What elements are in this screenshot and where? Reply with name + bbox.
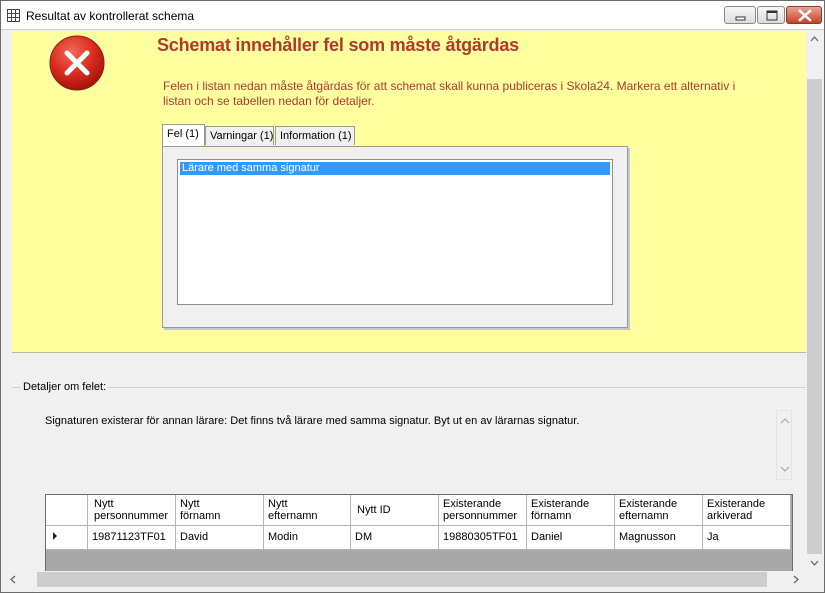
tab-information[interactable]: Information (1)	[275, 126, 355, 145]
table-cell[interactable]: 19871123TF01	[87, 525, 176, 550]
column-header[interactable]: Existerande förnamn	[526, 495, 615, 526]
current-row-icon	[53, 531, 57, 540]
table-cell[interactable]: DM	[350, 525, 439, 550]
column-header[interactable]: Nytt ID	[350, 495, 439, 526]
horizontal-scroll-thumb[interactable]	[37, 572, 767, 587]
table-cell[interactable]: Daniel	[526, 525, 615, 550]
minimize-button[interactable]	[724, 6, 756, 24]
tab-varningar[interactable]: Varningar (1)	[205, 126, 274, 145]
row-header-corner	[46, 495, 88, 526]
error-icon	[49, 35, 105, 91]
column-header[interactable]: Nytt personnummer	[87, 495, 176, 526]
chevron-up-icon	[780, 418, 790, 424]
maximize-button[interactable]	[757, 6, 785, 24]
tab-content: Lärare med samma signatur	[162, 146, 628, 328]
result-window: Resultat av kontrollerat schema Schemat …	[0, 0, 825, 593]
column-header[interactable]: Existerande arkiverad	[702, 495, 791, 526]
scroll-up-icon[interactable]	[806, 31, 823, 48]
column-header[interactable]: Nytt förnamn	[175, 495, 264, 526]
error-list[interactable]: Lärare med samma signatur	[177, 159, 613, 305]
title-bar[interactable]: Resultat av kontrollerat schema	[1, 1, 824, 30]
row-selector[interactable]	[46, 525, 88, 550]
scroll-right-icon[interactable]	[787, 571, 804, 588]
size-grip[interactable]	[806, 571, 823, 588]
horizontal-scrollbar[interactable]	[1, 571, 806, 588]
column-header[interactable]: Existerande personnummer	[438, 495, 527, 526]
close-icon	[798, 9, 812, 22]
table-cell[interactable]: 19880305TF01	[438, 525, 527, 550]
error-description: Felen i listan nedan måste åtgärdas för …	[163, 79, 736, 108]
grid-header-row: Nytt personnummer Nytt förnamn Nytt efterna…	[46, 495, 791, 526]
scroll-left-icon[interactable]	[5, 571, 22, 588]
maximize-icon	[766, 10, 778, 21]
details-scrollbar[interactable]	[776, 410, 792, 480]
table-icon	[7, 9, 20, 22]
window-title: Resultat av kontrollerat schema	[26, 9, 195, 23]
issue-tabs: Fel (1) Varningar (1) Information (1) Lä…	[162, 124, 628, 328]
tab-fel[interactable]: Fel (1)	[162, 124, 205, 146]
chevron-down-icon	[780, 466, 790, 472]
table-cell[interactable]: Ja	[702, 525, 791, 550]
details-legend: Detaljer om felet:	[21, 381, 109, 393]
column-header[interactable]: Nytt efternamn	[263, 495, 351, 526]
page-title: Schemat innehåller fel som måste åtgärda…	[157, 35, 519, 55]
vertical-scrollbar[interactable]	[806, 31, 823, 571]
scroll-down-icon[interactable]	[806, 554, 823, 571]
table-cell[interactable]: Modin	[263, 525, 351, 550]
table-cell[interactable]: Magnusson	[614, 525, 703, 550]
details-grid[interactable]: Nytt personnummer Nytt förnamn Nytt efterna…	[45, 494, 793, 572]
column-header[interactable]: Existerande efternamn	[614, 495, 703, 526]
error-banner: Schemat innehåller fel som måste åtgärda…	[12, 31, 806, 353]
vertical-scroll-thumb[interactable]	[807, 79, 822, 554]
table-row[interactable]: 19871123TF01 David Modin DM 19880305TF01…	[46, 525, 791, 550]
table-cell[interactable]: David	[175, 525, 264, 550]
details-text: Signaturen existerar för annan lärare: D…	[45, 415, 580, 427]
list-item[interactable]: Lärare med samma signatur	[180, 162, 610, 175]
close-button[interactable]	[786, 6, 822, 24]
minimize-icon	[735, 16, 746, 21]
